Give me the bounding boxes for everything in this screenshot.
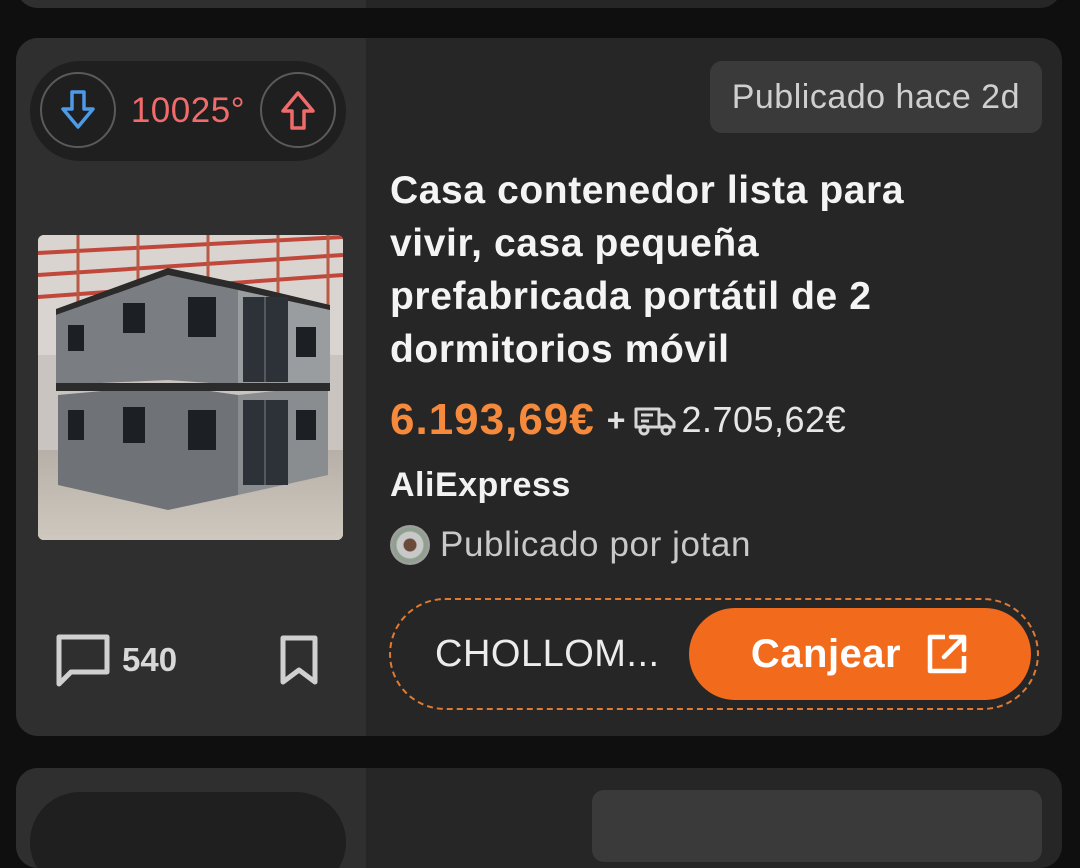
arrow-up-icon bbox=[281, 91, 315, 130]
vote-down-button[interactable] bbox=[40, 72, 116, 148]
posted-by[interactable]: Publicado por jotan bbox=[390, 520, 751, 570]
next-vote-control bbox=[30, 792, 346, 868]
redeem-button[interactable]: Canjear bbox=[689, 608, 1031, 700]
shipping-cost: 2.705,62€ bbox=[681, 399, 847, 440]
previous-deal-card[interactable] bbox=[16, 0, 1062, 8]
avatar bbox=[390, 525, 430, 565]
merchant-name[interactable]: AliExpress bbox=[390, 466, 571, 505]
bookmark-button[interactable] bbox=[276, 630, 322, 690]
container-house-image bbox=[38, 235, 343, 540]
deal-temperature: 10025° bbox=[130, 91, 246, 130]
external-link-icon bbox=[927, 634, 967, 674]
comments-link[interactable]: 540 bbox=[54, 630, 177, 690]
coupon-code[interactable]: CHOLLOM... bbox=[435, 600, 660, 708]
comments-count: 540 bbox=[122, 641, 178, 678]
price-plus-sign: + bbox=[606, 401, 626, 438]
bookmark-icon bbox=[280, 635, 318, 685]
next-deal-card[interactable] bbox=[16, 768, 1062, 868]
redeem-label: Canjear bbox=[750, 631, 902, 676]
vote-up-button[interactable] bbox=[260, 72, 336, 148]
coupon-code-box[interactable]: CHOLLOM... Canjear bbox=[389, 598, 1039, 710]
deal-title[interactable]: Casa contenedor lista para vivir, casa p… bbox=[390, 164, 950, 376]
truck-icon bbox=[633, 403, 677, 437]
next-posted-time-badge bbox=[592, 790, 1042, 862]
arrow-down-icon bbox=[61, 90, 95, 129]
posted-time-badge: Publicado hace 2d bbox=[709, 61, 1042, 133]
price-row: 6.193,69€ + 2.705,62€ bbox=[390, 390, 846, 450]
vote-control: 10025° bbox=[30, 61, 346, 161]
comment-icon bbox=[56, 634, 110, 687]
previous-deal-left-column bbox=[16, 0, 366, 8]
deal-left-column: 10025° 540 bbox=[16, 38, 366, 736]
deal-price: 6.193,69€ bbox=[390, 395, 595, 444]
next-deal-left-column bbox=[16, 768, 366, 868]
posted-by-text: Publicado por jotan bbox=[440, 525, 752, 564]
deal-card[interactable]: 10025° 540 Publicado hace 2d Casa conten… bbox=[16, 38, 1062, 736]
deal-image[interactable] bbox=[38, 235, 343, 540]
